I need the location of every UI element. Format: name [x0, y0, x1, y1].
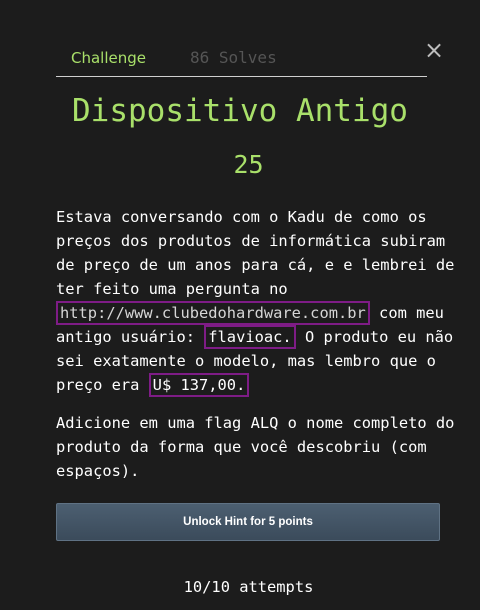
flag-instructions: Adicione em uma flag ALQ o nome completo… [56, 414, 455, 480]
forum-url-highlight: http://www.clubedohardware.com.br [56, 301, 370, 325]
challenge-title: Dispositivo Antigo [72, 93, 408, 129]
tab-challenge[interactable]: Challenge [71, 48, 146, 68]
close-icon[interactable]: × [424, 38, 444, 62]
tab-solves[interactable]: 86 Solves [190, 48, 277, 68]
challenge-description: Estava conversando com o Kadu de como os… [56, 205, 456, 483]
price-highlight: U$ 137,00. [148, 373, 250, 397]
challenge-modal: Challenge 86 Solves × Dispositivo Antigo… [0, 0, 480, 610]
username-highlight: flavioac. [204, 325, 296, 349]
description-paragraph: Estava conversando com o Kadu de como os… [56, 205, 456, 397]
description-text: Estava conversando com o Kadu de como os… [56, 208, 455, 298]
attempts-counter: 10/10 attempts [183, 578, 314, 596]
unlock-hint-button[interactable]: Unlock Hint for 5 points [56, 503, 440, 541]
challenge-points: 25 [233, 150, 264, 179]
tab-bar: Challenge 86 Solves [56, 44, 427, 77]
